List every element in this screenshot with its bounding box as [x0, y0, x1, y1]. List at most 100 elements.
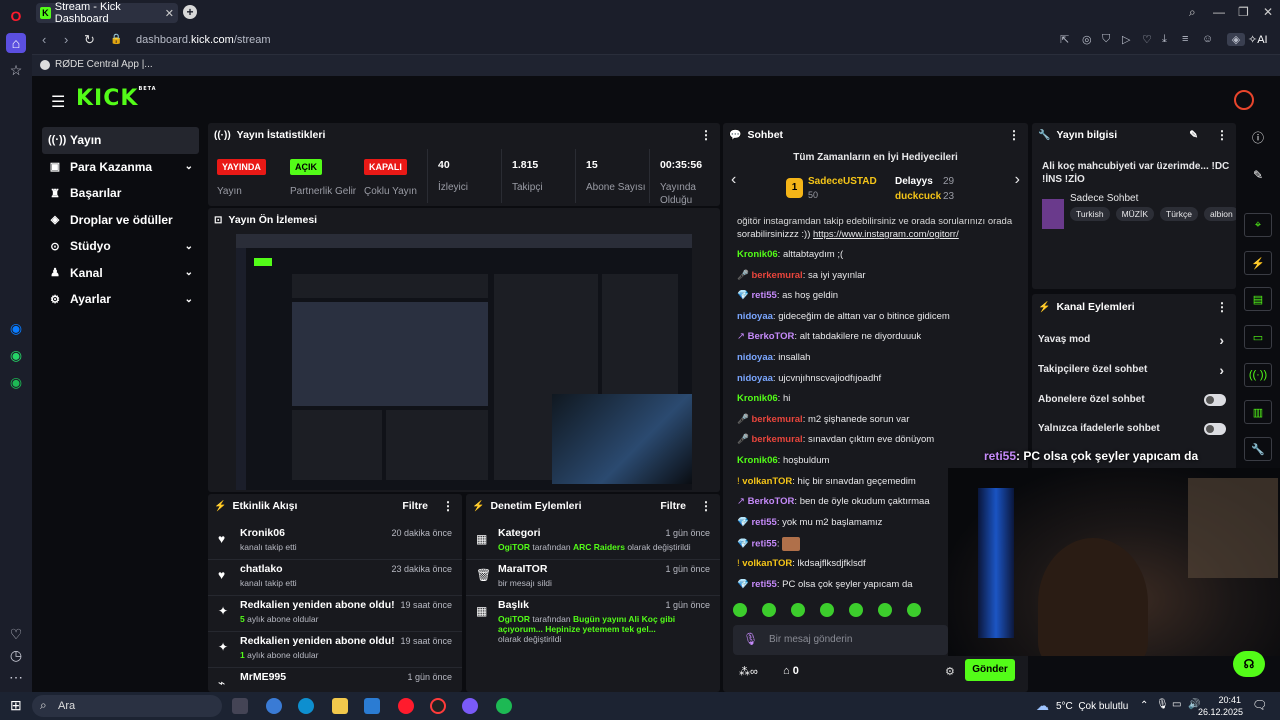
broadcast-side-icon[interactable]: ((·))	[1244, 363, 1272, 387]
more-options-icon[interactable]: ⋮	[1216, 300, 1228, 314]
more-options-icon[interactable]: ⋮	[700, 128, 712, 142]
gift-counter[interactable]: ⌂ 0	[783, 665, 799, 677]
instagram-link[interactable]: https://www.instagram.com/ogitorr/	[813, 229, 959, 240]
windows-start-icon[interactable]: ⊞	[10, 697, 22, 714]
profile-icon[interactable]: ☺	[1202, 33, 1213, 45]
document-icon[interactable]: ▤	[1244, 287, 1272, 311]
chat-username[interactable]: Kronik06	[737, 249, 778, 260]
chat-username[interactable]: Kronik06	[737, 393, 778, 404]
category-name[interactable]: Sadece Sohbet	[1070, 193, 1138, 204]
slow-mode-row[interactable]: Yavaş mod ›	[1038, 332, 1236, 350]
next-arrow-icon[interactable]: ›	[1015, 171, 1020, 189]
scan-icon[interactable]: ⌖	[1244, 213, 1272, 237]
more-icon[interactable]: ⋯	[6, 667, 26, 687]
network-icon[interactable]: ▭	[1172, 699, 1181, 710]
chat-settings-icon[interactable]: ⚙	[945, 665, 955, 678]
shield-icon[interactable]: ⛉	[1102, 33, 1110, 46]
wrench-side-icon[interactable]: 🔧	[1244, 437, 1272, 461]
file-explorer-icon[interactable]	[332, 698, 348, 714]
chat-username[interactable]: Kronik06	[737, 455, 778, 466]
outlook-icon[interactable]	[364, 698, 380, 714]
points-icon[interactable]: ⁂∞	[739, 665, 758, 678]
more-options-icon[interactable]: ⋮	[1216, 128, 1228, 142]
chat-username[interactable]: volkanTOR	[742, 558, 792, 569]
chat-username[interactable]: volkanTOR	[742, 476, 792, 487]
heart-toolbar-icon[interactable]: ♡	[1142, 33, 1152, 46]
nav-droplar[interactable]: ◈ Droplar ve ödüller	[42, 207, 199, 234]
emote-icon[interactable]	[907, 603, 921, 617]
chat-username[interactable]: reti55	[751, 290, 776, 301]
new-tab-button[interactable]: +	[183, 5, 197, 19]
back-icon[interactable]: ‹	[42, 32, 46, 47]
nav-kanal[interactable]: ♟ Kanal ⌄	[42, 260, 199, 287]
ai-button[interactable]: ✧AI	[1248, 33, 1268, 46]
emote-icon[interactable]	[733, 603, 747, 617]
history-icon[interactable]: ◷	[6, 645, 26, 665]
followers-only-row[interactable]: Takipçilere özel sohbet ›	[1038, 362, 1236, 380]
filter-button[interactable]: Filtre	[660, 500, 686, 512]
chat-username[interactable]: nidoyaa	[737, 311, 773, 322]
emote-icon[interactable]	[791, 603, 805, 617]
clock-time[interactable]: 20:41	[1205, 695, 1241, 705]
chat-username[interactable]: berkemural	[751, 414, 802, 425]
mic-tray-icon[interactable]: 🎙	[1156, 699, 1169, 710]
weather-text[interactable]: 5°C Çok bulutlu	[1056, 701, 1128, 712]
list-icon[interactable]: ≡	[1182, 33, 1188, 45]
chat-username[interactable]: nidoyaa	[737, 373, 773, 384]
share-icon[interactable]: ⇱	[1060, 33, 1069, 46]
task-view-icon[interactable]	[232, 698, 248, 714]
chat-username[interactable]: berkemural	[751, 270, 802, 281]
minimize-icon[interactable]: —	[1213, 5, 1225, 19]
storage-icon[interactable]: ▥	[1244, 400, 1272, 424]
info-icon[interactable]: ⓘ	[1244, 129, 1272, 149]
tag[interactable]: Turkish	[1070, 207, 1110, 221]
filter-button[interactable]: Filtre	[402, 500, 428, 512]
send-button[interactable]: Gönder	[965, 659, 1015, 681]
nav-ayarlar[interactable]: ⚙ Ayarlar ⌄	[42, 286, 199, 313]
emote-icon[interactable]	[762, 603, 776, 617]
tab-kick-dashboard[interactable]: K Stream - Kick Dashboard ✕	[36, 1, 178, 25]
heart-icon[interactable]: ♡	[6, 624, 26, 644]
more-options-icon[interactable]: ⋮	[700, 499, 712, 513]
home-icon[interactable]: ⌂	[6, 33, 26, 53]
chat-input[interactable]: 🎙 Bir mesaj gönderin	[733, 625, 948, 655]
chat-username[interactable]: reti55	[751, 517, 776, 528]
extension-icon[interactable]: ◈	[1227, 33, 1245, 46]
chat-username[interactable]: BerkoTOR	[748, 331, 795, 342]
chat-username[interactable]: BerkoTOR	[748, 496, 795, 507]
chat-username[interactable]: berkemural	[751, 434, 802, 445]
user-avatar[interactable]	[1234, 90, 1254, 110]
tag[interactable]: albion	[1204, 207, 1236, 221]
menu-icon[interactable]: ☰	[51, 92, 65, 112]
spotify-taskbar-icon[interactable]	[496, 698, 512, 714]
mic-icon[interactable]: 🎙	[743, 632, 758, 646]
tag[interactable]: Türkçe	[1160, 207, 1198, 221]
forward-icon[interactable]: ›	[64, 32, 68, 47]
nav-basarilar[interactable]: ♜ Başarılar	[42, 180, 199, 207]
whatsapp-icon[interactable]: ◉	[6, 345, 26, 365]
notification-icon[interactable]: 🗨	[1252, 698, 1267, 712]
emote-icon[interactable]	[820, 603, 834, 617]
stream-preview-video[interactable]	[236, 234, 692, 490]
spotify-icon[interactable]: ◉	[6, 372, 26, 392]
bookmark-rode[interactable]: RØDE Central App |...	[40, 59, 153, 70]
obs-icon[interactable]	[430, 698, 446, 714]
camera-icon[interactable]: ◎	[1082, 33, 1092, 46]
edge-icon[interactable]	[298, 698, 314, 714]
chat-username[interactable]: reti55	[751, 539, 776, 550]
tray-chevron-icon[interactable]: ⌃	[1140, 700, 1148, 711]
maximize-icon[interactable]: ❐	[1238, 5, 1249, 19]
emote-icon[interactable]	[849, 603, 863, 617]
edit-icon[interactable]: ✎	[1189, 129, 1198, 141]
play-icon[interactable]: ▷	[1122, 33, 1130, 46]
clock-date[interactable]: 26.12.2025	[1198, 707, 1243, 717]
reload-icon[interactable]: ↻	[84, 32, 95, 48]
messenger-icon[interactable]: ◉	[6, 318, 26, 338]
bolt-side-icon[interactable]: ⚡	[1244, 251, 1272, 275]
more-options-icon[interactable]: ⋮	[1008, 128, 1020, 142]
chat-side-icon[interactable]: ▭	[1244, 325, 1272, 349]
discord-icon[interactable]	[462, 698, 478, 714]
opera-taskbar-icon[interactable]	[398, 698, 414, 714]
download-icon[interactable]: ⤓	[1162, 33, 1167, 46]
subscribers-only-toggle[interactable]	[1204, 394, 1226, 406]
